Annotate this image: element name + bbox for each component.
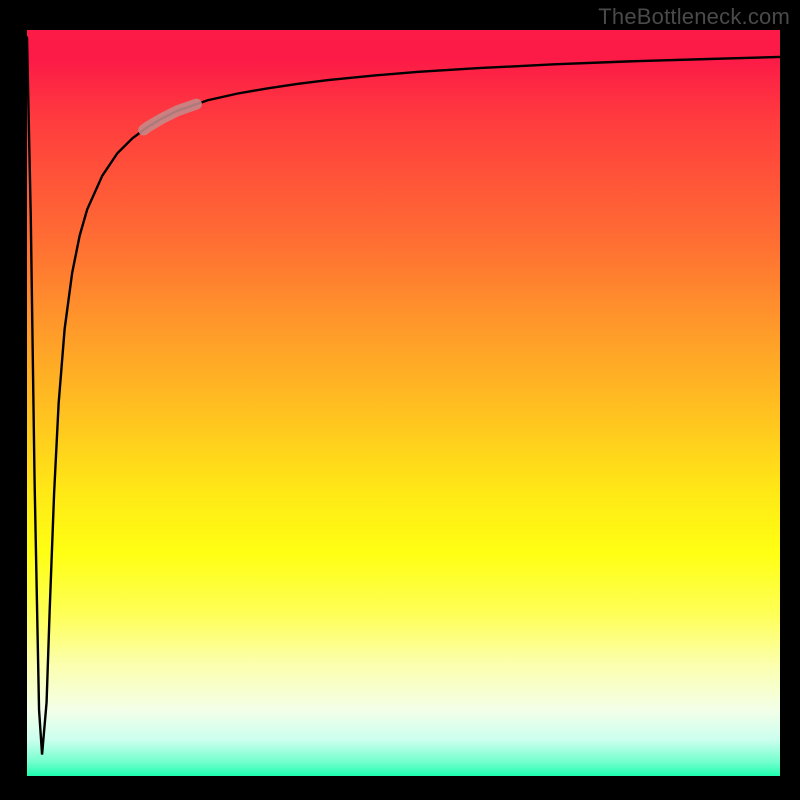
attribution-text: TheBottleneck.com xyxy=(598,4,790,30)
bottleneck-curve xyxy=(27,37,780,754)
x-axis-baseline xyxy=(27,776,780,777)
plot-area xyxy=(27,30,780,777)
curve-highlight-segment xyxy=(144,104,197,130)
curve-svg xyxy=(27,30,780,777)
chart-frame xyxy=(20,30,780,784)
chart-container: TheBottleneck.com xyxy=(0,0,800,800)
